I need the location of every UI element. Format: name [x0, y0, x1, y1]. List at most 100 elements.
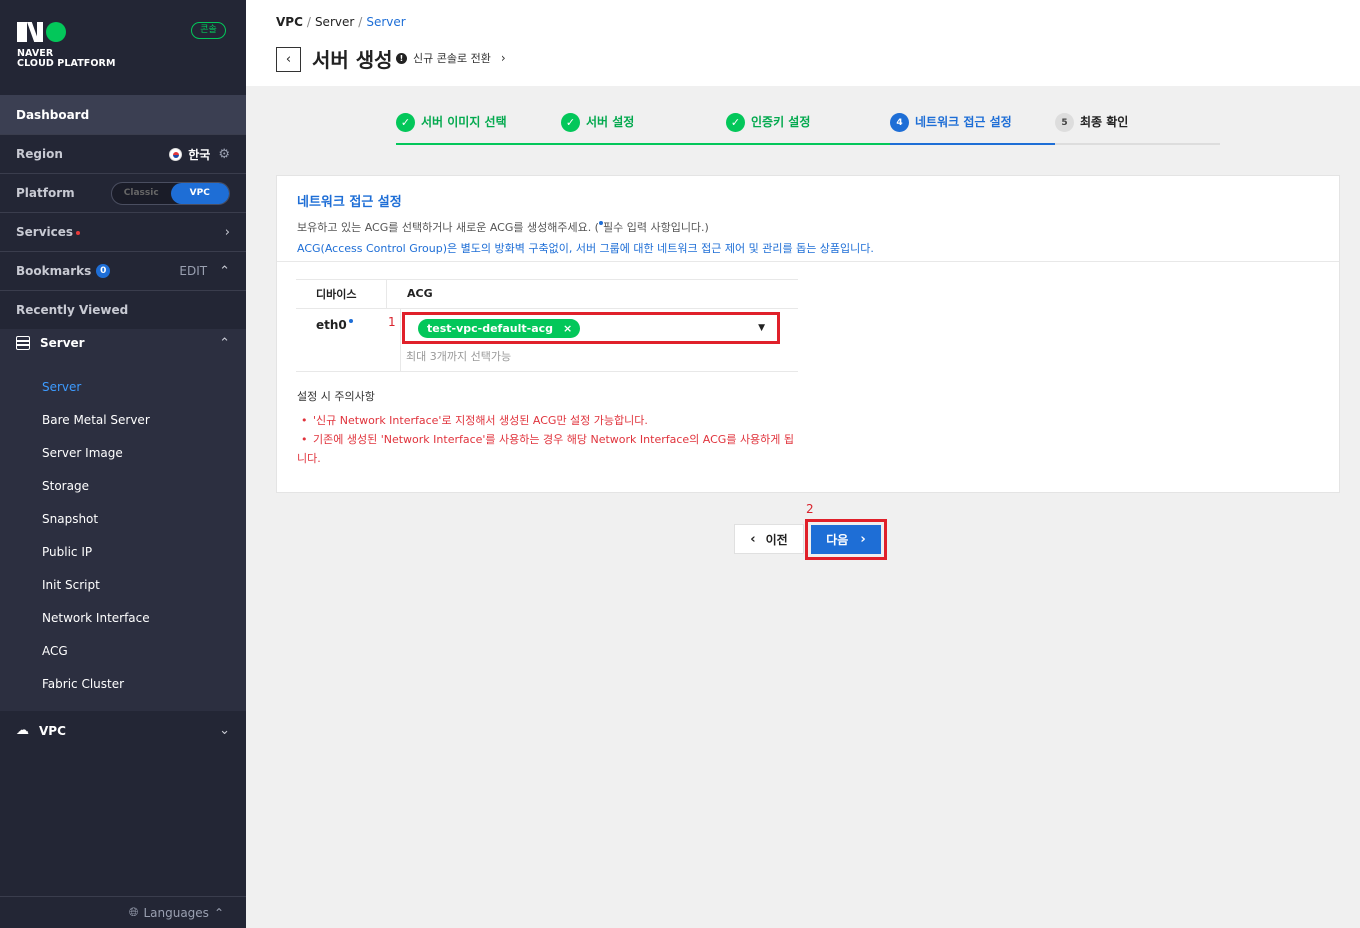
- sidebar-item-fabric-cluster[interactable]: Fabric Cluster: [0, 668, 246, 701]
- sidebar-item-server-image[interactable]: Server Image: [0, 437, 246, 470]
- nav-dashboard-label: Dashboard: [16, 107, 90, 122]
- switch-console-label: 신규 콘솔로 전환: [413, 52, 491, 65]
- step-number: 5: [1055, 113, 1074, 132]
- korea-flag-icon: [169, 147, 183, 161]
- caution-title: 설정 시 주의사항: [297, 390, 375, 403]
- sidebar: NAVER CLOUD PLATFORM 콘솔 Dashboard Region…: [0, 0, 246, 928]
- platform-option-vpc[interactable]: VPC: [170, 182, 229, 204]
- naver-logo-icon: [17, 22, 66, 42]
- sidebar-item-public-ip[interactable]: Public IP: [0, 536, 246, 569]
- caution-item: • '신규 Network Interface'로 지정해서 생성된 ACG만 설…: [301, 414, 648, 427]
- gear-icon[interactable]: ⚙: [218, 147, 230, 162]
- sidebar-item-init-script[interactable]: Init Script: [0, 569, 246, 602]
- sidebar-item-snapshot[interactable]: Snapshot: [0, 503, 246, 536]
- nav-recently-viewed-label: Recently Viewed: [16, 303, 129, 317]
- step-network-access: 4 네트워크 접근 설정: [890, 113, 1012, 145]
- step-server-image: ✓ 서버 이미지 선택: [396, 113, 507, 145]
- required-dot-icon: [348, 319, 353, 323]
- console-badge[interactable]: 콘솔: [191, 22, 226, 39]
- nav-services[interactable]: Services ›: [0, 212, 246, 251]
- network-access-card: 네트워크 접근 설정 보유하고 있는 ACG를 선택하거나 새로운 ACG를 생…: [276, 175, 1340, 493]
- step-auth-key: ✓ 인증키 설정: [726, 113, 810, 145]
- nav-recently-viewed[interactable]: Recently Viewed: [0, 290, 246, 329]
- bookmarks-count-badge: 0: [96, 264, 111, 278]
- step-final-check: 5 최종 확인: [1055, 113, 1128, 145]
- vpc-cloud-icon: ☁: [16, 723, 29, 738]
- page-header: VPC / Server / Server ‹ 서버 생성 ! 신규 콘솔로 전환 ›: [246, 0, 1360, 86]
- server-submenu: Server Bare Metal Server Server Image St…: [0, 357, 246, 711]
- next-button-highlight: 다음 ›: [805, 519, 887, 560]
- card-acg-description: ACG(Access Control Group)은 별도의 방화벽 구축없이,…: [297, 242, 874, 255]
- dropdown-caret-icon[interactable]: ▼: [758, 323, 765, 333]
- info-icon: !: [396, 52, 407, 64]
- caution-notes: 설정 시 주의사항 • '신규 Network Interface'로 지정해서 …: [297, 388, 797, 468]
- nav-bookmarks[interactable]: Bookmarks 0 EDIT ⌃: [0, 251, 246, 290]
- table-row: eth0 1 test-vpc-default-acg × ▼ 최대 3개까지 …: [296, 309, 798, 372]
- platform-option-classic[interactable]: Classic: [112, 188, 171, 198]
- nav-group-vpc-label: VPC: [39, 723, 66, 738]
- brand-name: NAVER CLOUD PLATFORM: [17, 48, 116, 69]
- check-icon: ✓: [726, 113, 745, 132]
- languages-selector[interactable]: 🌐︎ Languages ⌃: [0, 896, 246, 928]
- acg-table: 디바이스 ACG eth0 1 test-vpc-default-acg × ▼…: [296, 279, 798, 372]
- nav-group-server[interactable]: Server ⌃: [0, 329, 246, 357]
- sidebar-item-bare-metal-server[interactable]: Bare Metal Server: [0, 404, 246, 437]
- nav-services-label: Services: [16, 225, 74, 239]
- languages-label: Languages: [143, 905, 209, 920]
- breadcrumb-item-current[interactable]: Server: [366, 15, 405, 29]
- acg-select[interactable]: test-vpc-default-acg × ▼: [402, 312, 780, 344]
- sidebar-item-network-interface[interactable]: Network Interface: [0, 602, 246, 635]
- selected-acg-chip: test-vpc-default-acg ×: [418, 318, 581, 338]
- chevron-right-icon: ›: [860, 532, 866, 547]
- card-title: 네트워크 접근 설정: [297, 195, 402, 210]
- next-button-label: 다음: [826, 533, 849, 547]
- next-button[interactable]: 다음 ›: [811, 525, 881, 554]
- card-header: 네트워크 접근 설정 보유하고 있는 ACG를 선택하거나 새로운 ACG를 생…: [277, 176, 1339, 262]
- chevron-right-icon: ›: [224, 224, 230, 240]
- acg-select-hint: 최대 3개까지 선택가능: [406, 350, 512, 363]
- chevron-right-icon: ›: [500, 51, 506, 65]
- check-icon: ✓: [561, 113, 580, 132]
- sidebar-item-server[interactable]: Server: [0, 371, 246, 404]
- nav-region[interactable]: Region 한국 ⚙: [0, 134, 246, 173]
- annotation-marker-2: 2: [806, 502, 814, 516]
- brand-logo[interactable]: NAVER CLOUD PLATFORM 콘솔: [0, 0, 246, 95]
- chevron-down-icon: ⌄: [219, 723, 230, 738]
- step-number: 4: [890, 113, 909, 132]
- nav-platform: Platform Classic VPC: [0, 173, 246, 212]
- annotation-marker-1: 1: [388, 315, 396, 329]
- selected-acg-label: test-vpc-default-acg: [427, 321, 554, 335]
- table-header: 디바이스 ACG: [296, 279, 798, 309]
- region-value[interactable]: 한국: [188, 146, 210, 163]
- nav-bookmarks-label: Bookmarks: [16, 264, 92, 278]
- new-indicator-dot: [76, 231, 81, 235]
- page-title: 서버 생성: [312, 48, 393, 72]
- breadcrumb-item[interactable]: VPC: [276, 15, 303, 29]
- platform-toggle[interactable]: Classic VPC: [111, 181, 230, 205]
- switch-console-link[interactable]: ! 신규 콘솔로 전환 ›: [396, 50, 506, 66]
- column-header-acg: ACG: [386, 279, 433, 309]
- remove-chip-icon[interactable]: ×: [563, 322, 572, 335]
- bookmarks-edit-button[interactable]: EDIT: [179, 264, 207, 278]
- device-name: eth0: [316, 318, 353, 332]
- card-description: 보유하고 있는 ACG를 선택하거나 새로운 ACG를 생성해주세요. (필수 …: [297, 221, 709, 234]
- chevron-up-icon: ⌃: [219, 335, 230, 351]
- nav-group-vpc[interactable]: ☁ VPC ⌄: [0, 711, 246, 750]
- step-server-settings: ✓ 서버 설정: [561, 113, 634, 145]
- nav-region-label: Region: [16, 147, 63, 161]
- chevron-up-icon: ⌃: [213, 905, 224, 920]
- chevron-up-icon[interactable]: ⌃: [219, 264, 230, 279]
- caution-item: • 기존에 생성된 'Network Interface'를 사용하는 경우 해당…: [297, 433, 795, 465]
- sidebar-item-acg[interactable]: ACG: [0, 635, 246, 668]
- breadcrumb-item[interactable]: Server: [315, 15, 354, 29]
- column-header-device: 디바이스: [316, 288, 357, 301]
- progress-stepper: ✓ 서버 이미지 선택 ✓ 서버 설정 ✓ 인증키 설정 4 네트워크 접근 설…: [396, 113, 1220, 145]
- back-button[interactable]: ‹: [276, 47, 301, 72]
- nav-dashboard[interactable]: Dashboard: [0, 95, 246, 134]
- globe-icon: 🌐︎: [128, 905, 139, 919]
- chevron-left-icon: ‹: [750, 531, 756, 547]
- prev-button[interactable]: ‹ 이전: [734, 524, 804, 554]
- check-icon: ✓: [396, 113, 415, 132]
- chevron-left-icon: ‹: [285, 52, 292, 67]
- sidebar-item-storage[interactable]: Storage: [0, 470, 246, 503]
